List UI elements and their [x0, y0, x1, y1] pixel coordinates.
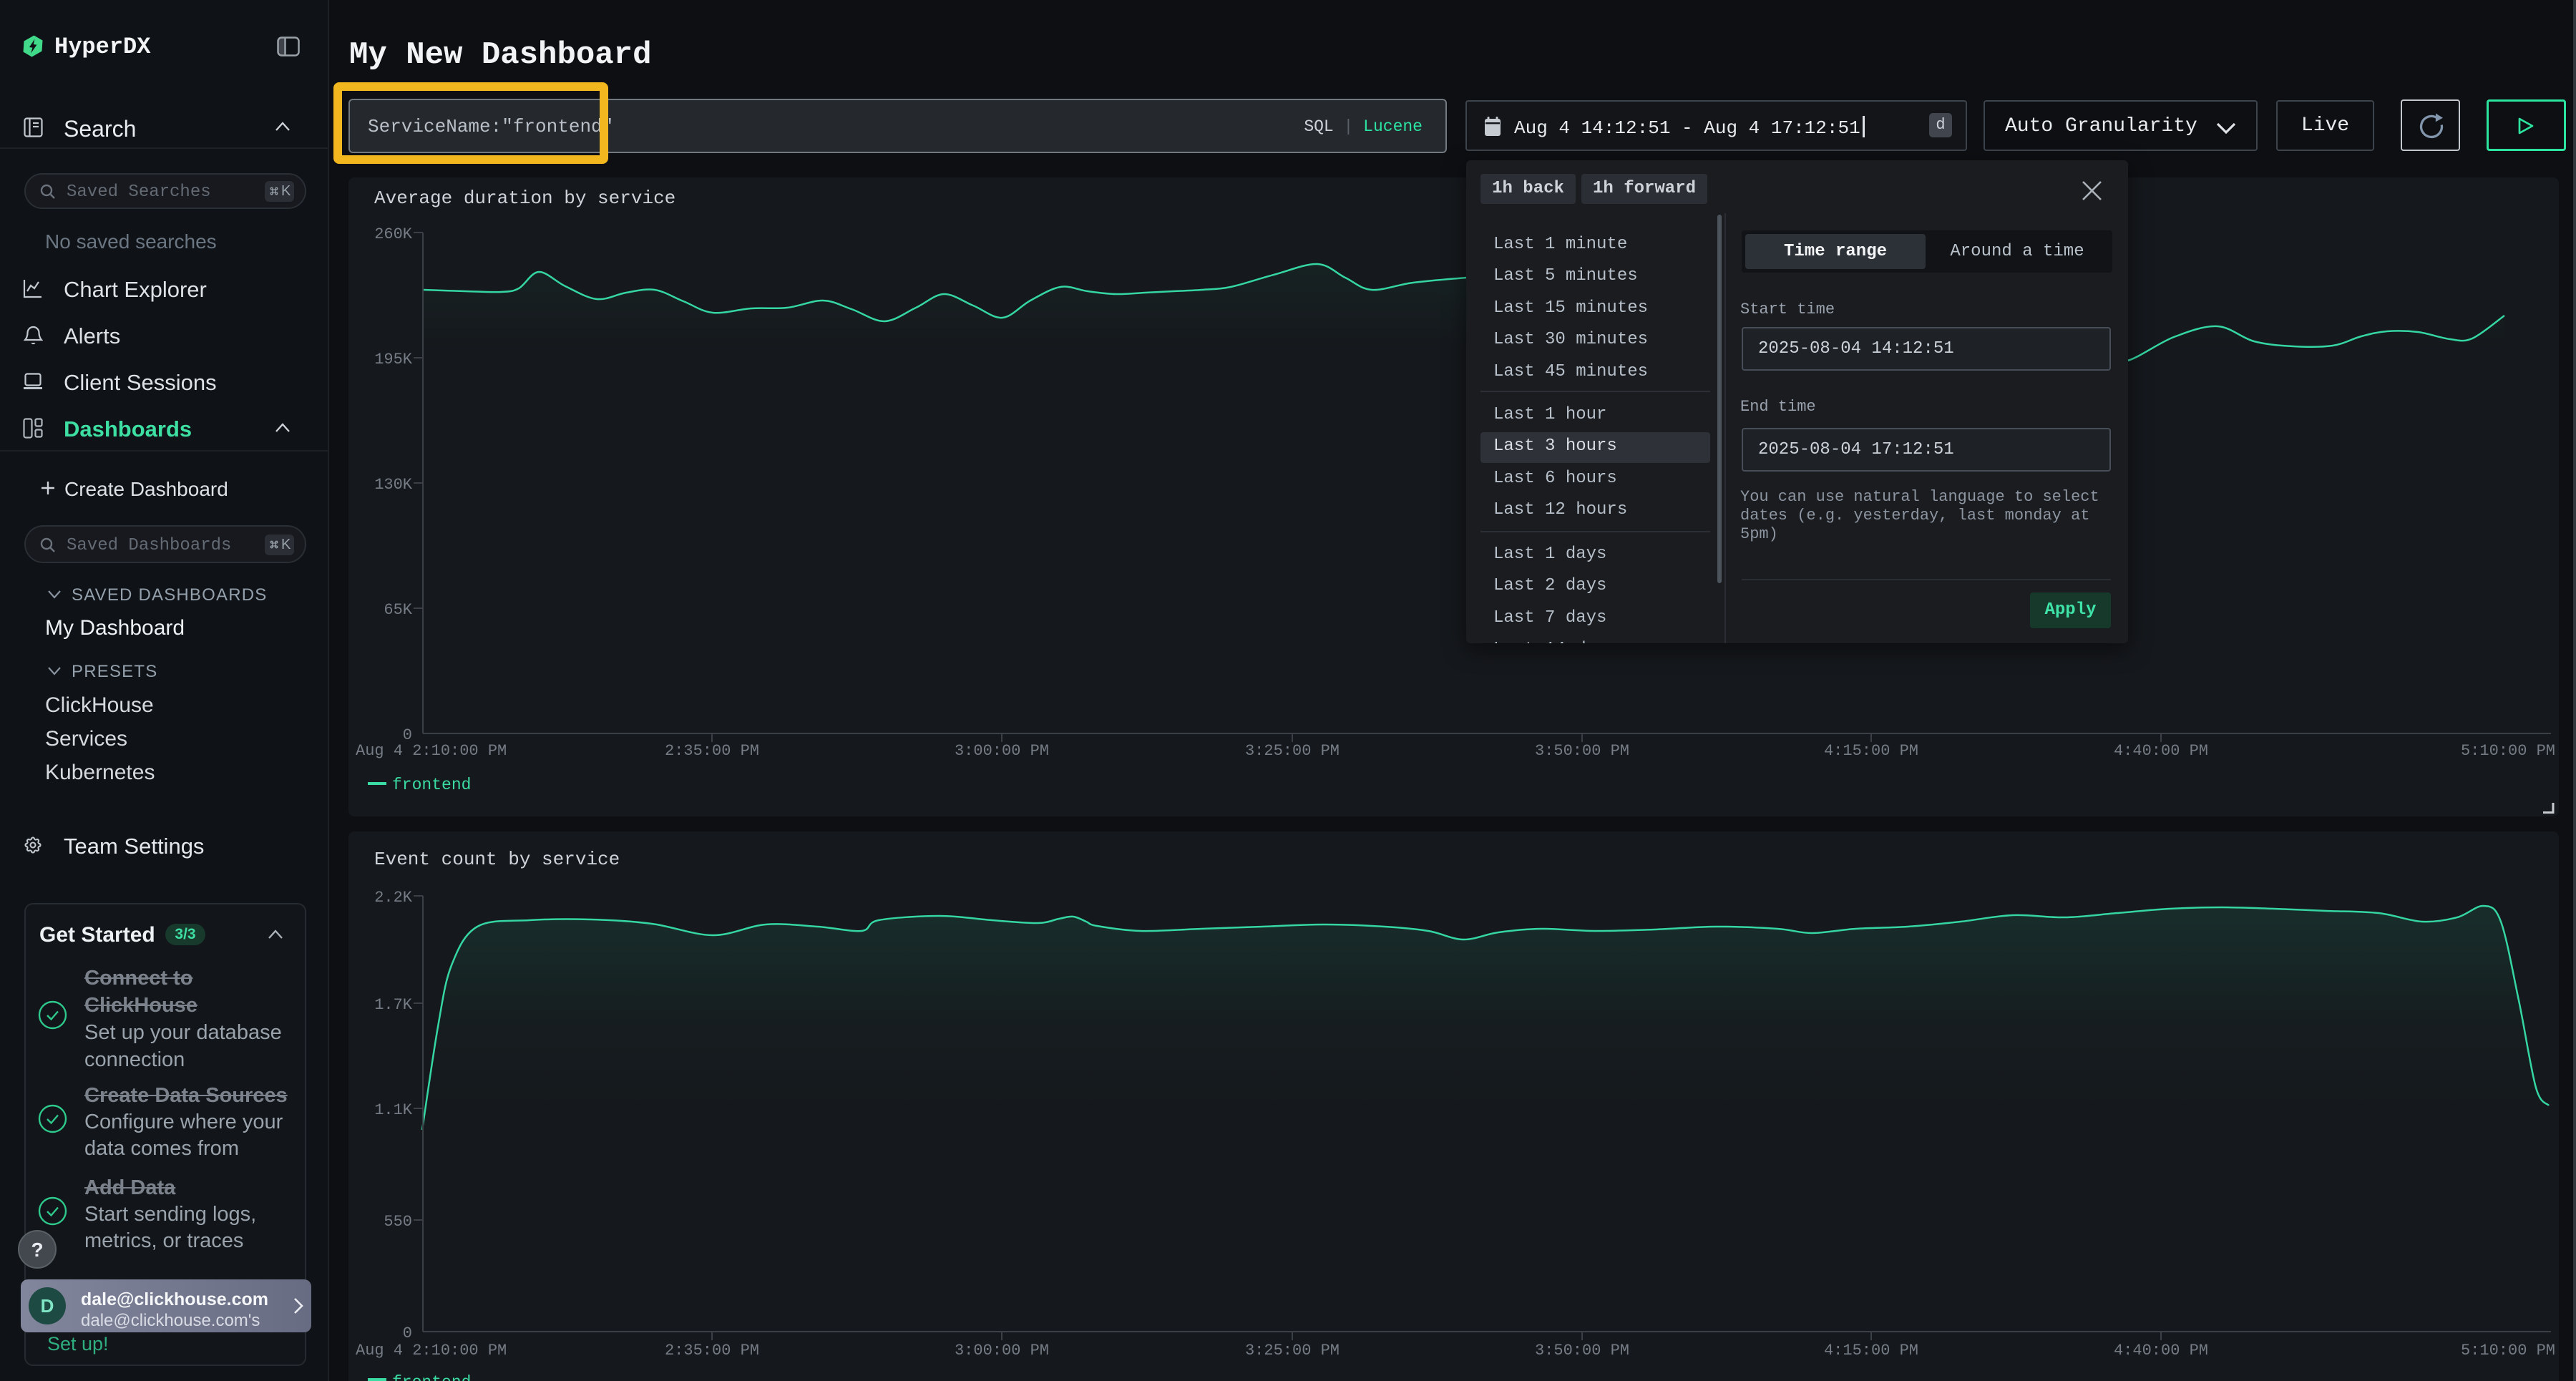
svg-text:3:00:00 PM: 3:00:00 PM — [955, 742, 1049, 760]
svg-text:5:10:00 PM: 5:10:00 PM — [2461, 742, 2555, 760]
svg-text:frontend: frontend — [392, 776, 471, 794]
svg-text:0: 0 — [403, 1324, 412, 1342]
svg-text:3:50:00 PM: 3:50:00 PM — [1535, 1342, 1629, 1360]
svg-text:130K: 130K — [374, 476, 413, 494]
svg-text:4:15:00 PM: 4:15:00 PM — [1824, 742, 1918, 760]
svg-text:4:15:00 PM: 4:15:00 PM — [1824, 1342, 1918, 1360]
svg-text:260K: 260K — [374, 225, 413, 243]
svg-text:5:10:00 PM: 5:10:00 PM — [2461, 1342, 2555, 1360]
svg-text:3:00:00 PM: 3:00:00 PM — [955, 1342, 1049, 1360]
svg-text:Aug 4 2:10:00 PM: Aug 4 2:10:00 PM — [356, 742, 507, 760]
svg-text:3:25:00 PM: 3:25:00 PM — [1245, 742, 1340, 760]
svg-text:frontend: frontend — [392, 1373, 471, 1381]
svg-text:2:35:00 PM: 2:35:00 PM — [665, 742, 759, 760]
svg-text:2.2K: 2.2K — [374, 889, 413, 907]
svg-text:65K: 65K — [384, 601, 412, 619]
svg-text:3:50:00 PM: 3:50:00 PM — [1535, 742, 1629, 760]
svg-text:550: 550 — [384, 1213, 412, 1231]
svg-text:195K: 195K — [374, 351, 413, 369]
svg-text:2:35:00 PM: 2:35:00 PM — [665, 1342, 759, 1360]
svg-text:1.7K: 1.7K — [374, 996, 413, 1014]
svg-text:1.1K: 1.1K — [374, 1101, 413, 1119]
svg-text:4:40:00 PM: 4:40:00 PM — [2114, 1342, 2208, 1360]
svg-text:Aug 4 2:10:00 PM: Aug 4 2:10:00 PM — [356, 1342, 507, 1360]
svg-text:3:25:00 PM: 3:25:00 PM — [1245, 1342, 1340, 1360]
svg-text:4:40:00 PM: 4:40:00 PM — [2114, 742, 2208, 760]
